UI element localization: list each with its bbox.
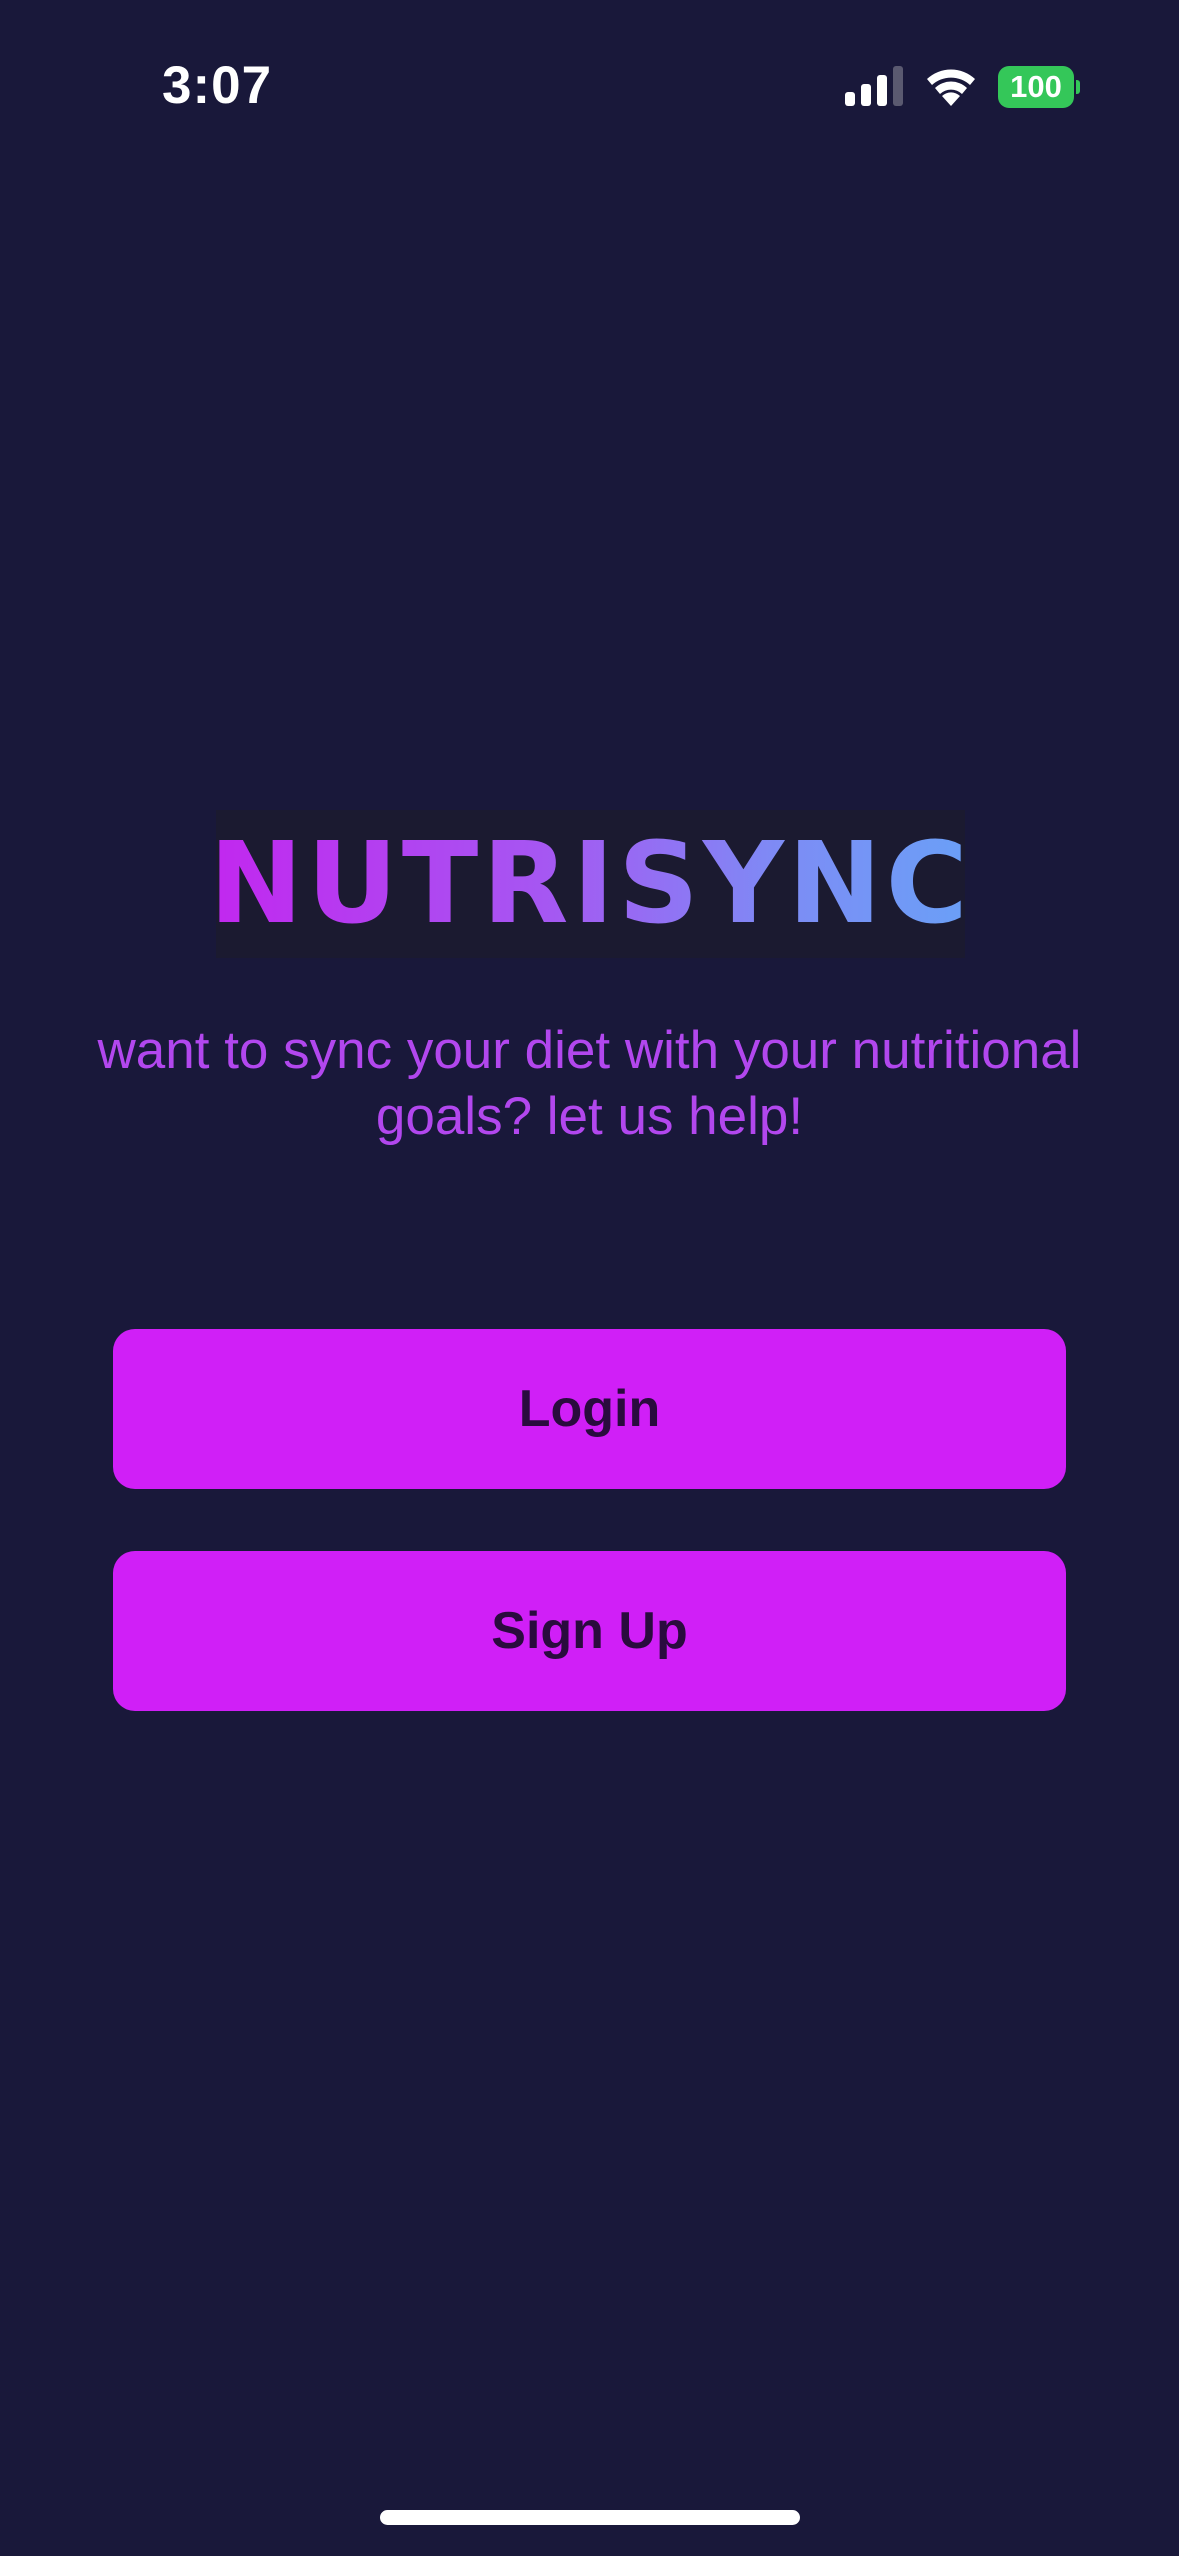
battery-cap [1076, 80, 1080, 94]
app-logo-text: NUTRISYNC [209, 819, 972, 949]
battery-level: 100 [998, 66, 1074, 108]
cellular-signal-icon [845, 66, 903, 106]
login-button[interactable]: Login [113, 1329, 1066, 1489]
battery-icon: 100 [998, 66, 1080, 108]
tagline: want to sync your diet with your nutriti… [97, 1021, 1082, 1146]
status-time: 3:07 [162, 56, 273, 115]
status-bar: 3:07 100 [0, 0, 1179, 175]
app-logo: NUTRISYNC [209, 810, 968, 958]
wifi-icon [927, 69, 975, 106]
home-indicator[interactable] [380, 2510, 800, 2525]
signup-button[interactable]: Sign Up [113, 1551, 1066, 1711]
